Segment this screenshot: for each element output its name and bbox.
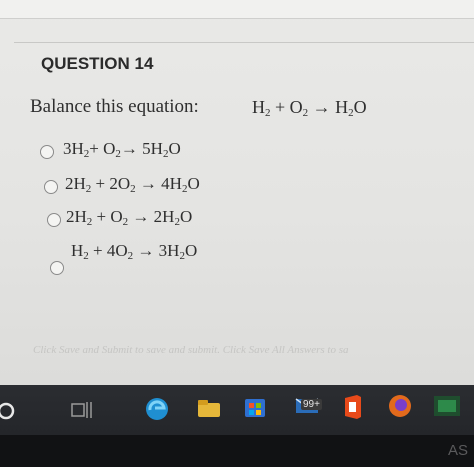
cortana-icon[interactable] — [0, 401, 20, 426]
question-equation: H2 + O2 → H2O — [252, 97, 367, 119]
option-3-radio[interactable] — [47, 213, 61, 227]
office-icon[interactable] — [342, 394, 364, 425]
file-explorer-icon[interactable] — [196, 396, 222, 425]
top-bar — [0, 0, 474, 19]
option-4-label[interactable]: H2 + 4O2 → 3H2O — [71, 241, 197, 262]
option-2-label[interactable]: 2H2 + 2O2 → 4H2O — [65, 174, 200, 195]
firefox-icon[interactable] — [387, 393, 413, 424]
quiz-page: QUESTION 14 Balance this equation: H2 + … — [0, 0, 474, 385]
option-3-label[interactable]: 2H2 + O2 → 2H2O — [66, 207, 192, 228]
option-2-radio[interactable] — [44, 180, 58, 194]
option-4-radio[interactable] — [50, 261, 64, 275]
mail-badge: 99+ — [301, 399, 322, 410]
save-instructions: Click Save and Submit to save and submit… — [33, 344, 349, 356]
app-icon[interactable] — [432, 393, 462, 424]
task-view-icon[interactable] — [70, 399, 94, 426]
taskbar: 99+ — [0, 385, 474, 435]
question-divider — [14, 42, 474, 43]
store-icon[interactable] — [243, 395, 267, 424]
option-1-label[interactable]: 3H2+ O2→ 5H2O — [63, 139, 181, 160]
corner-text: AS — [447, 442, 468, 459]
bottom-edge: AS — [0, 435, 474, 467]
option-1-radio[interactable] — [40, 145, 54, 159]
question-number: QUESTION 14 — [41, 54, 154, 73]
edge-icon[interactable] — [144, 396, 170, 427]
question-prompt: Balance this equation: — [30, 96, 199, 117]
